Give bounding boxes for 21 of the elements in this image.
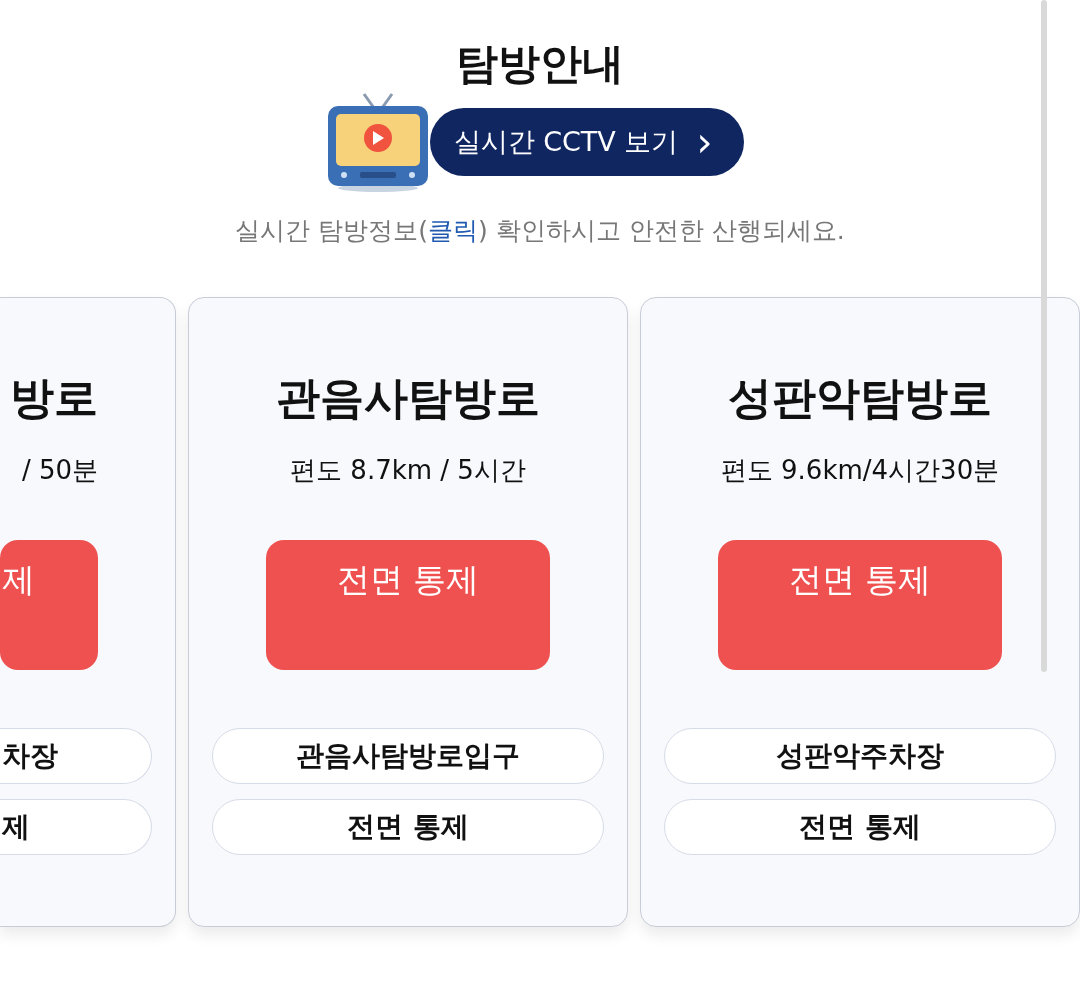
trail-distance: 편도 9.6km/4시간30분: [720, 454, 1000, 487]
trail-distance: / 50분: [21, 454, 98, 487]
trail-name: 관음사탐방로: [276, 371, 540, 425]
place-status: 전면 통제: [664, 799, 1056, 855]
trail-name: 방로: [10, 371, 98, 425]
page-title: 탐방안내: [455, 38, 625, 90]
trail-name: 성판악탐방로: [728, 371, 992, 425]
tv-icon: [325, 92, 430, 192]
status-button[interactable]: 전면 통제: [718, 540, 1002, 670]
notice-text: 실시간 탐방정보(클릭) 확인하시고 안전한 산행되세요.: [234, 215, 846, 247]
place-status: 전면 통제: [212, 799, 604, 855]
scrollbar[interactable]: [1041, 0, 1047, 672]
place-label: 차장: [0, 728, 152, 784]
place-label: 성판악주차장: [664, 728, 1056, 784]
click-link[interactable]: 클릭: [428, 216, 479, 245]
status-button[interactable]: 전면 통제: [266, 540, 550, 670]
place-label: 관음사탐방로입구: [212, 728, 604, 784]
status-button[interactable]: 제: [0, 540, 98, 670]
trail-distance: 편도 8.7km / 5시간: [290, 454, 526, 487]
place-status: 제: [0, 799, 152, 855]
cctv-button[interactable]: 실시간 CCTV 보기 ›: [429, 108, 745, 176]
